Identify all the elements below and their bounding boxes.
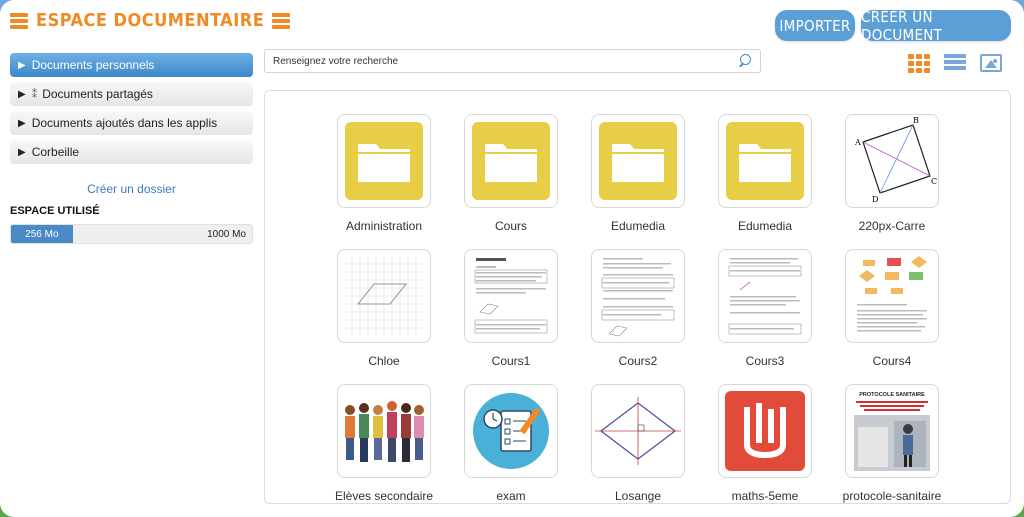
folder-icon: [345, 122, 423, 200]
vertex-label: A: [854, 138, 861, 147]
file-label: Cours1: [491, 354, 531, 368]
folder-thumbnail: [337, 114, 431, 208]
page-title-text: ESPACE DOCUMENTAIRE: [36, 10, 265, 31]
view-switcher: [908, 54, 1002, 73]
sidebar: ▶ Documents personnels ▶ ⁑ Documents par…: [10, 53, 253, 244]
vertex-label: B: [913, 116, 919, 125]
triangle-right-icon: ▶: [18, 59, 26, 71]
create-folder-link[interactable]: Créer un dossier: [10, 182, 253, 196]
folder-icon: [726, 122, 804, 200]
image-view-icon[interactable]: [980, 54, 1002, 72]
triangle-right-icon: ▶: [18, 146, 26, 158]
file-tile[interactable]: A B C D 220px-Carre: [837, 114, 947, 233]
square-diagram-thumbnail: A B C D: [845, 114, 939, 208]
file-label: Edumedia: [610, 219, 666, 233]
folder-thumbnail: [464, 114, 558, 208]
triangle-right-icon: ▶: [18, 88, 26, 100]
document-thumbnail: [718, 249, 812, 343]
stack-icon: [272, 12, 291, 29]
file-tile[interactable]: exam: [456, 384, 566, 503]
flowchart-thumbnail: [845, 249, 939, 343]
file-label: Cours2: [618, 354, 658, 368]
file-label: Chloe: [368, 354, 400, 368]
file-label: Administration: [345, 219, 423, 233]
file-tile[interactable]: Edumedia: [583, 114, 693, 233]
document-thumbnail: [464, 249, 558, 343]
file-label: Elèves secondaire: [334, 489, 434, 503]
exam-illustration-thumbnail: [464, 384, 558, 478]
search-icon[interactable]: [738, 54, 752, 68]
rhombus-diagram-thumbnail: [591, 384, 685, 478]
vertex-label: C: [931, 177, 937, 186]
file-label: Losange: [614, 489, 662, 503]
folder-icon: [472, 122, 550, 200]
file-label: maths-5eme: [731, 489, 799, 503]
file-grid: Administration Cours Edumedia Edumedia A…: [264, 90, 1011, 504]
folder-thumbnail: [718, 114, 812, 208]
list-view-icon[interactable]: [944, 54, 966, 72]
sidebar-item-personal-documents[interactable]: ▶ Documents personnels: [10, 53, 253, 77]
app-window: ESPACE DOCUMENTAIRE IMPORTER CRÉER UN DO…: [0, 0, 1024, 517]
grid-paper-thumbnail: [337, 249, 431, 343]
sidebar-item-label: Documents ajoutés dans les applis: [31, 116, 218, 130]
share-icon: ⁑: [31, 88, 38, 101]
usage-fill: 256 Mo: [11, 225, 73, 243]
file-tile[interactable]: Administration: [329, 114, 439, 233]
students-illustration-thumbnail: [337, 384, 431, 478]
sidebar-item-app-documents[interactable]: ▶ Documents ajoutés dans les applis: [10, 111, 253, 135]
stack-icon: [10, 12, 28, 29]
search-placeholder: Renseignez votre recherche: [273, 55, 399, 67]
document-thumbnail: [591, 249, 685, 343]
page-title: ESPACE DOCUMENTAIRE: [10, 10, 291, 31]
usage-total: 1000 Mo: [207, 228, 246, 240]
file-tile[interactable]: Edumedia: [710, 114, 820, 233]
file-tile[interactable]: PROTOCOLE SANITAIRE protocole-sanitaire: [837, 384, 947, 503]
file-tile[interactable]: Cours1: [456, 249, 566, 368]
file-label: 220px-Carre: [858, 219, 926, 233]
file-tile[interactable]: Cours3: [710, 249, 820, 368]
create-document-button[interactable]: CRÉER UN DOCUMENT: [861, 8, 1011, 44]
file-tile[interactable]: Chloe: [329, 249, 439, 368]
file-tile[interactable]: Losange: [583, 384, 693, 503]
usage-bar: 256 Mo 1000 Mo: [10, 224, 253, 244]
sidebar-item-shared-documents[interactable]: ▶ ⁑ Documents partagés: [10, 82, 253, 106]
triangle-right-icon: ▶: [18, 117, 26, 129]
file-label: Cours4: [872, 354, 912, 368]
file-label: Cours: [494, 219, 527, 233]
poster-title: PROTOCOLE SANITAIRE: [859, 392, 925, 398]
sidebar-item-trash[interactable]: ▶ Corbeille: [10, 140, 253, 164]
sidebar-item-label: Corbeille: [31, 145, 80, 159]
file-label: Edumedia: [737, 219, 793, 233]
folder-icon: [599, 122, 677, 200]
vertex-label: D: [872, 195, 878, 204]
file-tile[interactable]: Cours: [456, 114, 566, 233]
sidebar-item-label: Documents partagés: [42, 87, 153, 101]
file-label: exam: [496, 489, 526, 503]
file-label: protocole-sanitaire: [842, 489, 942, 503]
import-button[interactable]: IMPORTER: [775, 10, 855, 41]
protocol-poster-thumbnail: PROTOCOLE SANITAIRE: [845, 384, 939, 478]
folder-thumbnail: [591, 114, 685, 208]
file-tile[interactable]: Cours2: [583, 249, 693, 368]
sidebar-item-label: Documents personnels: [31, 58, 155, 72]
book-logo-thumbnail: [718, 384, 812, 478]
file-label: Cours3: [745, 354, 785, 368]
search-input[interactable]: Renseignez votre recherche: [264, 49, 761, 73]
usage-label: ESPACE UTILISÉ: [10, 205, 100, 217]
grid-view-icon[interactable]: [908, 54, 930, 73]
file-tile[interactable]: Elèves secondaire: [329, 384, 439, 503]
file-tile[interactable]: Cours4: [837, 249, 947, 368]
file-tile[interactable]: maths-5eme: [710, 384, 820, 503]
